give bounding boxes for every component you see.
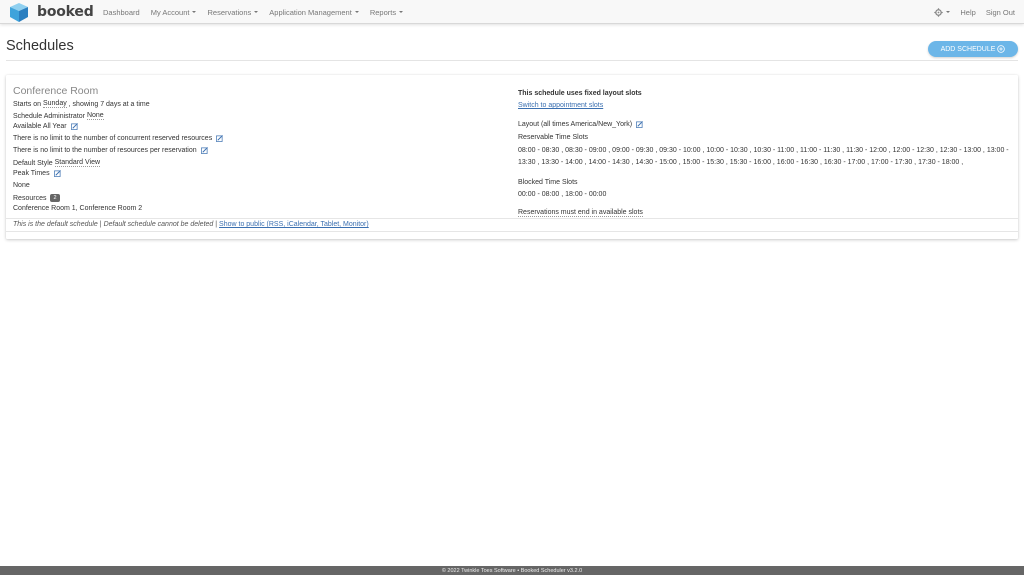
peak-times-value: None <box>13 182 30 189</box>
edit-icon[interactable] <box>53 170 61 177</box>
default-schedule-note: This is the default schedule <box>13 221 98 228</box>
nav-dashboard-label: Dashboard <box>103 7 140 17</box>
layout-row: Layout (all times America/New_York) <box>518 121 644 128</box>
booked-logo-icon <box>10 3 28 22</box>
caret-down-icon <box>354 11 359 13</box>
reservable-slots: 08:00 - 08:30 , 08:30 - 09:00 , 09:00 - … <box>518 147 1009 166</box>
show-to-public-link[interactable]: Show to public (RSS, iCalendar, Tablet, … <box>219 221 369 228</box>
caret-down-icon <box>399 11 404 13</box>
blocked-slots: 00:00 - 08:00 , 18:00 - 00:00 <box>518 191 607 198</box>
nav-my-account-label: My Account <box>150 7 190 17</box>
availability-row: Available All Year <box>13 123 78 130</box>
brand-name: booked <box>37 4 94 20</box>
nav-application-management-label: Application Management <box>269 7 352 17</box>
sign-out-link[interactable]: Sign Out <box>986 8 1015 17</box>
days-visible[interactable]: , showing 7 days at a time <box>69 101 150 108</box>
default-style-row: Default Style Standard View <box>13 159 101 167</box>
end-rule-text[interactable]: Reservations must end in available slots <box>518 209 643 217</box>
nav-my-account[interactable]: My Account <box>151 8 197 17</box>
brand-logo[interactable]: booked <box>7 1 94 23</box>
resources-label: Resources <box>13 194 47 202</box>
nav-reservations-label: Reservations <box>207 7 252 17</box>
admin-row: Schedule Administrator None <box>13 112 104 120</box>
edit-icon[interactable] <box>216 135 224 142</box>
caret-down-icon <box>254 11 259 13</box>
nav-reports-label: Reports <box>369 7 397 17</box>
main-menu: Dashboard My Account Reservations Applic… <box>103 0 414 24</box>
schedule-name[interactable]: Conference Room <box>13 85 98 97</box>
starts-on-prefix: Starts on <box>13 100 42 108</box>
starts-on-day[interactable]: Sunday <box>42 100 67 108</box>
resources-list: Conference Room 1, Conference Room 2 <box>13 205 143 212</box>
concurrent-limit-row: There is no limit to the number of concu… <box>13 135 224 142</box>
admin-label: Schedule Administrator <box>13 112 85 120</box>
page-footer: © 2022 Twinkle Toes Software • Booked Sc… <box>0 566 1024 575</box>
default-style-value[interactable]: Standard View <box>54 159 101 167</box>
nav-reports[interactable]: Reports <box>369 7 404 17</box>
resources-count-badge: 2 <box>50 194 60 202</box>
schedule-footer-row: This is the default schedule | Default s… <box>13 221 369 228</box>
card-bottom-divider <box>6 231 1018 232</box>
nav-application-management[interactable]: Application Management <box>269 8 359 17</box>
gear-icon <box>934 7 944 17</box>
edit-icon[interactable] <box>70 123 78 130</box>
separator: | <box>99 221 102 228</box>
resource-limit-text: There is no limit to the number of resou… <box>13 147 197 154</box>
starts-on-row: Starts on Sunday , showing 7 days at a t… <box>13 100 150 108</box>
add-schedule-label: ADD SCHEDULE <box>940 45 996 53</box>
edit-icon[interactable] <box>636 121 644 128</box>
caret-down-icon <box>946 11 951 13</box>
nav-dashboard[interactable]: Dashboard <box>103 8 140 17</box>
top-navbar: booked Dashboard My Account Reservations… <box>0 0 1024 24</box>
peak-times-row: Peak Times <box>13 170 61 177</box>
edit-icon[interactable] <box>200 147 208 154</box>
help-link[interactable]: Help <box>960 8 975 17</box>
blocked-label: Blocked Time Slots <box>518 179 578 186</box>
layout-type-text: This schedule uses fixed layout slots <box>518 90 642 97</box>
concurrent-limit-text: There is no limit to the number of concu… <box>13 135 213 142</box>
admin-value[interactable]: None <box>86 112 104 120</box>
page-title: Schedules <box>6 38 74 54</box>
availability-text: Available All Year <box>13 123 67 130</box>
user-menu: Help Sign Out <box>924 0 1015 24</box>
peak-times-label: Peak Times <box>13 170 50 177</box>
reservable-label: Reservable Time Slots <box>518 134 589 141</box>
add-schedule-button[interactable]: ADD SCHEDULE <box>928 41 1018 57</box>
title-divider <box>6 60 1018 61</box>
nav-reservations[interactable]: Reservations <box>207 7 259 17</box>
plus-circle-icon <box>997 45 1006 53</box>
cannot-delete-note: Default schedule cannot be deleted <box>103 221 214 228</box>
settings-dropdown[interactable] <box>934 7 951 17</box>
layout-label: Layout (all times America/New_York) <box>518 121 633 128</box>
switch-to-appointment-link[interactable]: Switch to appointment slots <box>518 102 603 109</box>
caret-down-icon <box>192 11 197 13</box>
card-divider <box>6 218 1018 219</box>
resources-row: Resources 2 <box>13 194 60 202</box>
resource-limit-row: There is no limit to the number of resou… <box>13 147 208 154</box>
end-rule: Reservations must end in available slots <box>518 209 643 217</box>
default-style-label: Default Style <box>13 159 53 167</box>
schedule-card: Conference Room Starts on Sunday , showi… <box>6 75 1018 239</box>
separator: | <box>215 221 218 228</box>
